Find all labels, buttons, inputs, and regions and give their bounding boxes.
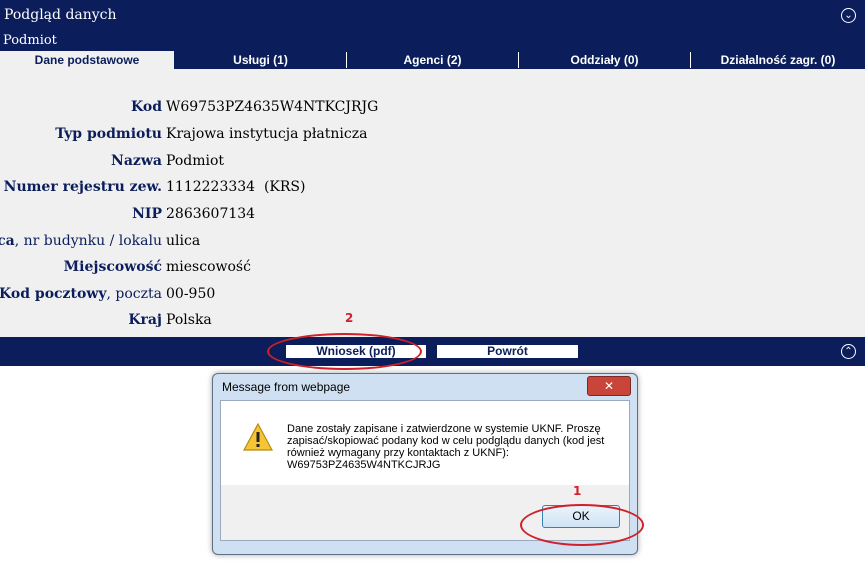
tab-uslugi[interactable]: Usługi (1) [175,52,346,68]
field-row-numer-rejestru: Numer rejestru zew. 1112223334 (KRS) [0,179,865,199]
field-label: Typ podmiotu [55,126,162,142]
scroll-top-icon[interactable]: ⌃ [841,344,856,359]
field-label: NIP [132,206,162,222]
section-title: Podmiot [3,33,57,48]
page-title: Podgląd danych [4,7,117,23]
field-row-kraj: Kraj Polska [0,312,865,332]
field-row-miejscowosc: Miejscowość miescowość [0,259,865,279]
field-label: Nazwa [111,153,162,169]
header-bar: Podgląd danych ⌄ [0,0,865,31]
warning-icon [243,423,273,451]
action-bar: Wniosek (pdf) Powrót ⌃ [0,337,865,366]
field-value: ulica [166,233,201,249]
field-value: W69753PZ4635W4NTKCJRJG [166,99,379,115]
section-bar: Podmiot [0,31,865,51]
field-row-typ-podmiotu: Typ podmiotu Krajowa instytucja płatnicz… [0,126,865,146]
field-label: Ulica, nr budynku / lokalu [0,233,162,249]
field-value: Podmiot [166,153,225,169]
field-row-kod-pocztowy: Kod pocztowy, poczta 00-950 [0,286,865,306]
tab-dane-podstawowe[interactable]: Dane podstawowe [0,51,174,69]
dialog-body: Dane zostały zapisane i zatwierdzone w s… [220,400,630,486]
field-value: 2863607134 [166,206,256,222]
close-icon[interactable]: ✕ [587,376,631,396]
annotation-marker-1: 1 [573,484,582,498]
tab-oddzialy[interactable]: Oddziały (0) [519,52,690,68]
tab-bar: Dane podstawowe Usługi (1) Agenci (2) Od… [0,51,865,69]
field-value: 1112223334 (KRS) [166,179,306,195]
field-label: Numer rejestru zew. [3,179,162,195]
field-row-kod: Kod W69753PZ4635W4NTKCJRJG [0,99,865,119]
field-label: Miejscowość [63,259,162,275]
field-row-nazwa: Nazwa Podmiot [0,153,865,173]
field-value: Polska [166,312,212,328]
annotation-ellipse-2 [267,333,422,370]
details-panel: Kod W69753PZ4635W4NTKCJRJG Typ podmiotu … [0,69,865,337]
collapse-icon[interactable]: ⌄ [841,8,856,23]
field-label: Kod pocztowy, poczta [0,286,162,302]
annotation-marker-2: 2 [345,311,354,325]
back-button[interactable]: Powrót [437,345,578,358]
annotation-ellipse-1 [520,504,644,546]
field-row-nip: NIP 2863607134 [0,206,865,226]
tab-agenci[interactable]: Agenci (2) [347,52,518,68]
field-row-ulica: Ulica, nr budynku / lokalu ulica [0,233,865,253]
field-label: Kraj [128,312,162,328]
field-label: Kod [131,99,162,115]
field-value: miescowość [166,259,251,275]
field-value: Krajowa instytucja płatnicza [166,126,368,142]
field-value: 00-950 [166,286,216,302]
tab-dzialalnosc-zagr[interactable]: Działalność zagr. (0) [691,52,865,68]
dialog-title: Message from webpage [222,380,351,394]
dialog-message: Dane zostały zapisane i zatwierdzone w s… [287,423,605,471]
